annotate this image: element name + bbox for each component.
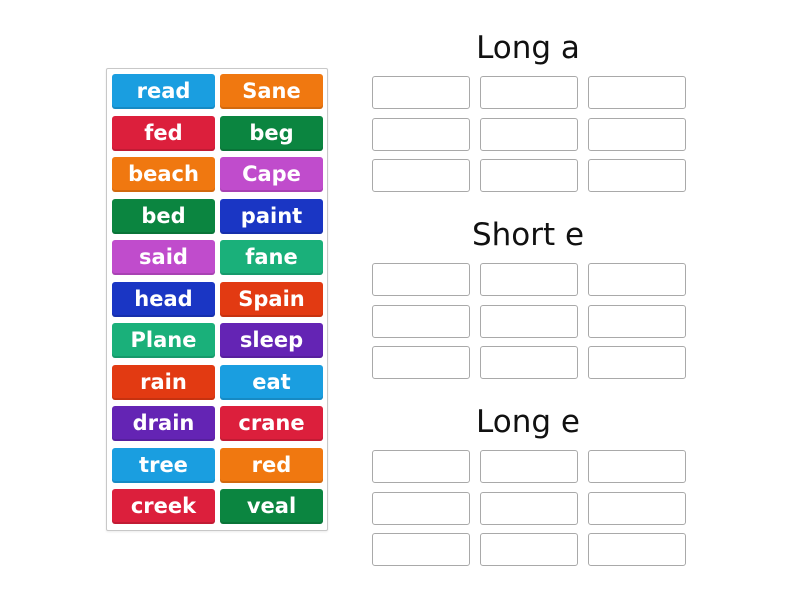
drop-slot-long-e[interactable]: [372, 450, 470, 483]
drop-slot-short-e[interactable]: [588, 263, 686, 296]
word-tile[interactable]: drain: [112, 406, 215, 441]
drop-slot-long-e[interactable]: [372, 491, 470, 525]
drop-slot-long-a[interactable]: [480, 159, 578, 192]
drop-slot-long-e[interactable]: [588, 533, 686, 566]
drop-slot-short-e[interactable]: [480, 346, 578, 379]
drop-slot-long-a[interactable]: [372, 159, 470, 192]
word-tile[interactable]: fane: [220, 240, 323, 275]
word-tile[interactable]: tree: [112, 447, 215, 483]
word-tile[interactable]: said: [112, 240, 215, 275]
group-title-long-a: Long a: [476, 30, 580, 66]
word-tile[interactable]: bed: [112, 198, 215, 234]
word-tile[interactable]: Plane: [112, 323, 215, 358]
drop-slot-short-e[interactable]: [588, 346, 686, 379]
drop-slot-long-a[interactable]: [588, 159, 686, 192]
group-title-long-e: Long e: [476, 404, 580, 440]
drop-slot-short-e[interactable]: [588, 304, 686, 338]
drop-slot-short-e[interactable]: [372, 263, 470, 296]
word-tile[interactable]: creek: [112, 489, 215, 524]
drop-slot-long-e[interactable]: [588, 491, 686, 525]
word-tile[interactable]: eat: [220, 364, 323, 400]
drop-slot-short-e[interactable]: [372, 304, 470, 338]
word-tile[interactable]: beg: [220, 115, 323, 151]
word-tile[interactable]: veal: [220, 489, 323, 524]
drop-slot-short-e[interactable]: [372, 346, 470, 379]
word-tile[interactable]: Cape: [220, 157, 323, 192]
drop-slot-long-a[interactable]: [588, 76, 686, 109]
word-tile[interactable]: paint: [220, 198, 323, 234]
word-tile[interactable]: Sane: [220, 74, 323, 109]
word-tile[interactable]: red: [220, 447, 323, 483]
word-tile[interactable]: read: [112, 74, 215, 109]
drop-slot-short-e[interactable]: [480, 304, 578, 338]
drop-slot-short-e[interactable]: [480, 263, 578, 296]
word-tile[interactable]: beach: [112, 157, 215, 192]
word-tile[interactable]: head: [112, 281, 215, 317]
drop-slot-long-a[interactable]: [588, 117, 686, 151]
word-tile[interactable]: sleep: [220, 323, 323, 358]
drop-slot-long-a[interactable]: [480, 76, 578, 109]
word-tile[interactable]: rain: [112, 364, 215, 400]
word-tile-bank: read Sane fed beg beach Cape bed paint said fane h…: [106, 68, 328, 531]
drop-slot-long-e[interactable]: [480, 491, 578, 525]
drop-slot-long-e[interactable]: [480, 533, 578, 566]
drop-slot-long-a[interactable]: [480, 117, 578, 151]
drop-slot-long-e[interactable]: [480, 450, 578, 483]
group-title-short-e: Short e: [471, 217, 585, 253]
word-tile[interactable]: Spain: [220, 281, 323, 317]
drop-slot-long-a[interactable]: [372, 117, 470, 151]
drop-slot-long-e[interactable]: [588, 450, 686, 483]
word-tile[interactable]: crane: [220, 406, 323, 441]
word-tile[interactable]: fed: [112, 115, 215, 151]
drop-slot-long-a[interactable]: [372, 76, 470, 109]
drop-slot-long-e[interactable]: [372, 533, 470, 566]
